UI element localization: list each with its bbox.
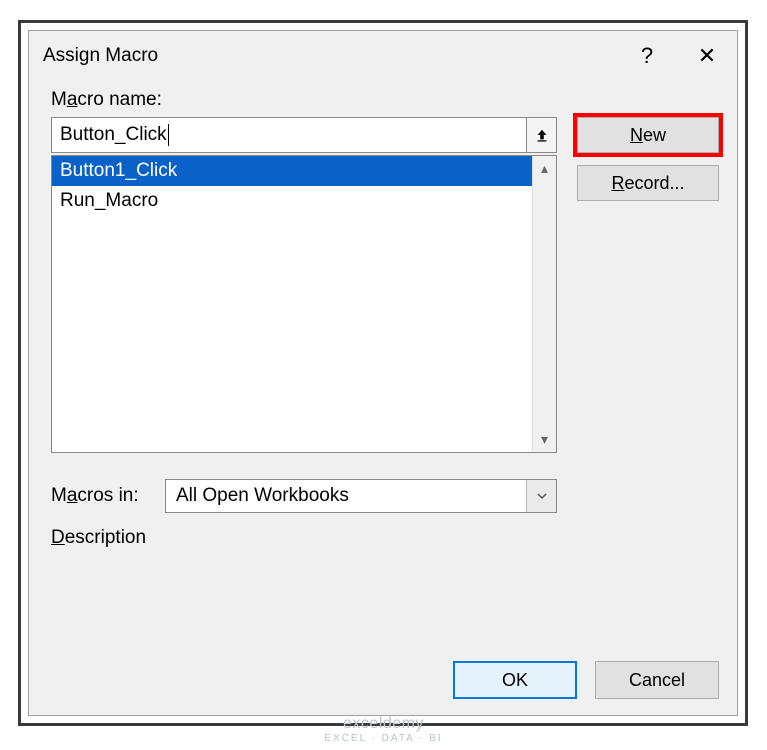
text-caret	[168, 124, 169, 146]
dialog-title: Assign Macro	[43, 45, 617, 67]
scrollbar[interactable]: ▴ ▾	[532, 156, 556, 452]
new-button[interactable]: New	[577, 117, 719, 153]
outer-frame: Assign Macro ? ✕ Macro name: Button_Clic…	[18, 20, 748, 726]
close-icon: ✕	[698, 43, 716, 69]
record-button[interactable]: Record...	[577, 165, 719, 201]
macro-name-value: Button_Click	[60, 124, 167, 146]
combo-dropdown-button[interactable]	[526, 480, 556, 512]
assign-macro-dialog: Assign Macro ? ✕ Macro name: Button_Clic…	[28, 30, 738, 716]
scroll-down-icon: ▾	[541, 431, 548, 448]
macro-name-input[interactable]: Button_Click	[51, 117, 527, 153]
help-button[interactable]: ?	[617, 31, 677, 81]
dialog-content: Macro name: Button_Click Button1_Click	[29, 81, 737, 563]
scroll-up-icon: ▴	[541, 160, 548, 177]
macro-name-label: Macro name:	[51, 89, 557, 111]
dialog-footer: OK Cancel	[453, 661, 719, 699]
chevron-down-icon	[536, 490, 548, 502]
watermark-sub: EXCEL · DATA · BI	[0, 733, 767, 744]
description-label: Description	[51, 527, 557, 549]
macro-list-item[interactable]: Run_Macro	[52, 186, 532, 216]
macro-list-item[interactable]: Button1_Click	[52, 156, 532, 186]
titlebar: Assign Macro ? ✕	[29, 31, 737, 81]
run-macro-button[interactable]	[527, 117, 557, 153]
up-arrow-icon	[535, 128, 549, 142]
macro-list[interactable]: Button1_Click Run_Macro ▴ ▾	[51, 155, 557, 453]
cancel-button[interactable]: Cancel	[595, 661, 719, 699]
macros-in-value: All Open Workbooks	[166, 485, 526, 507]
ok-button[interactable]: OK	[453, 661, 577, 699]
macros-in-combo[interactable]: All Open Workbooks	[165, 479, 557, 513]
macros-in-label: Macros in:	[51, 485, 151, 507]
close-button[interactable]: ✕	[677, 31, 737, 81]
help-icon: ?	[641, 43, 653, 69]
